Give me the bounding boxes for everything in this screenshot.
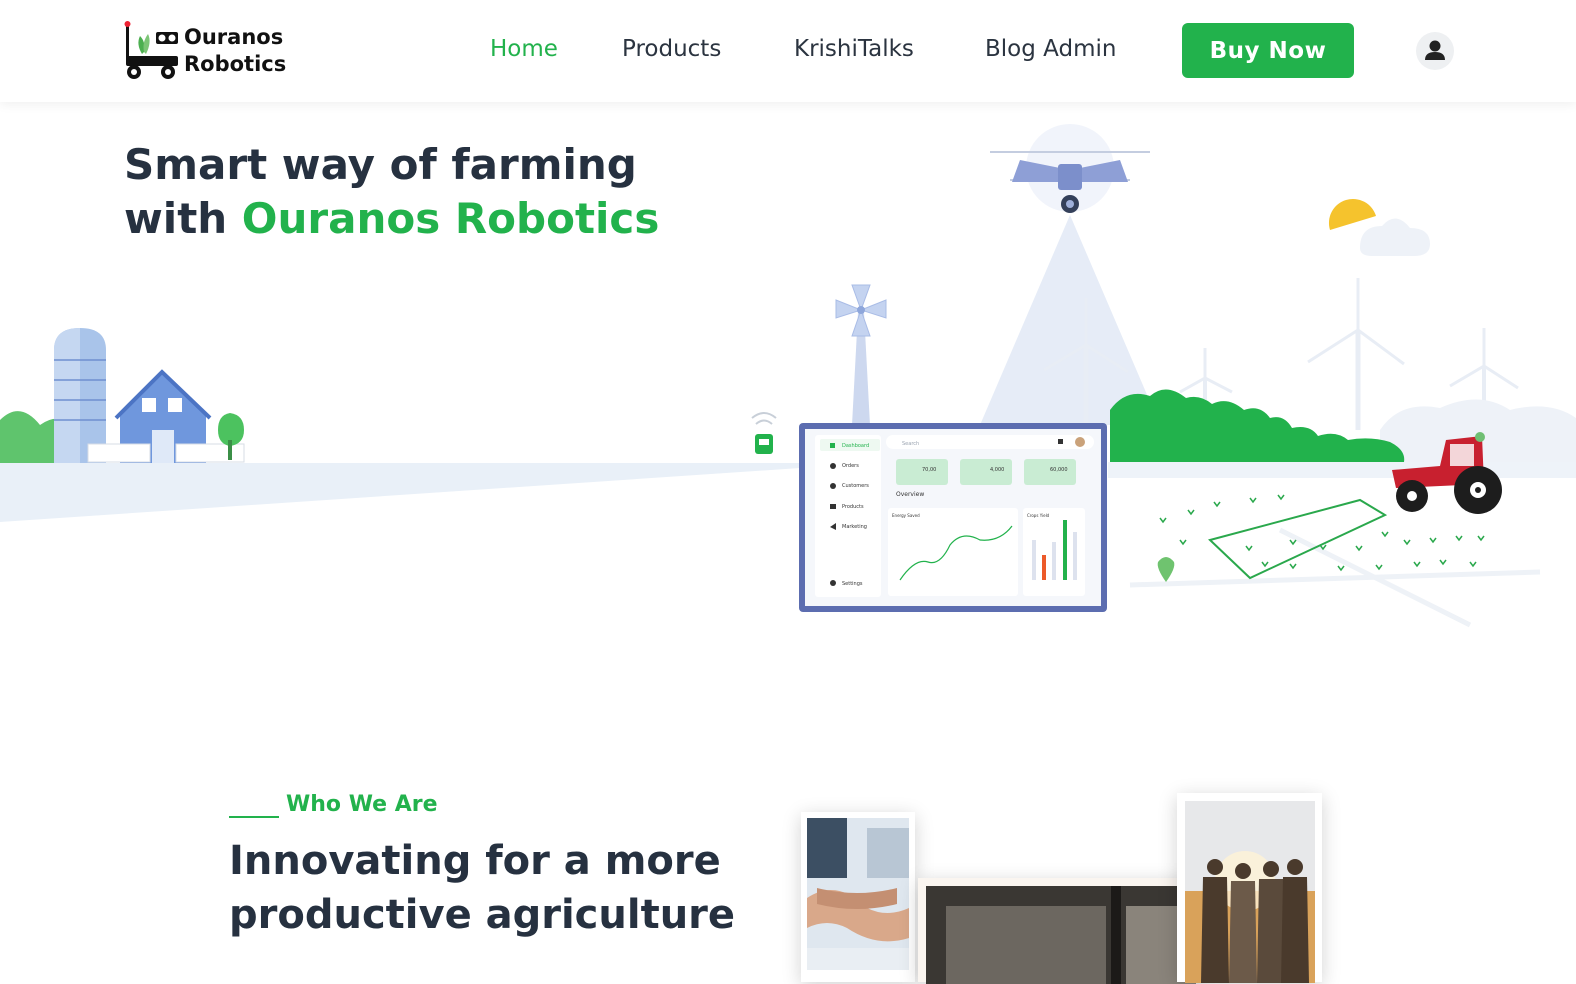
windmill-icon [835,284,887,425]
dashboard-nav-customers: Customers [842,483,869,489]
field-map-icon [1129,494,1541,628]
dashboard-stat-3: 60,000 [1050,467,1068,473]
photo-handshake [801,812,915,982]
brand-name: Ouranos Robotics [184,25,287,76]
hero-illustration: Search Dashboard Orders Customers Produc… [0,124,1576,628]
dashboard-energy-label: Energy Saved [892,513,920,518]
navbar: Ouranos Robotics Home Products KrishiTal… [0,0,1576,102]
dashboard-nav-products: Products [842,504,864,510]
teamwork-hands-image [807,818,909,970]
nav-krishitalks[interactable]: KrishiTalks [794,36,914,62]
dashboard-nav-marketing: Marketing [842,524,867,530]
user-icon [1425,40,1445,60]
dashboard-search: Search [902,441,919,447]
dashboard-crops-label: Crops Yield [1027,513,1050,518]
user-account-button[interactable] [1416,32,1454,70]
sun-cloud-icon [1328,198,1430,256]
about-divider [229,816,279,818]
nav-products[interactable]: Products [622,36,721,62]
brand-logo[interactable]: Ouranos Robotics [122,20,302,82]
about-tag: Who We Are [286,792,438,817]
nav-home[interactable]: Home [490,36,558,62]
ground-band [0,463,800,522]
farmers-group-image [1185,801,1315,983]
photo-office [918,878,1198,984]
drone-scan-beam [980,215,1160,425]
robot-logo-icon [124,21,178,79]
dashboard-nav-dashboard: Dashboard [842,443,869,449]
dashboard-monitor: Search Dashboard Orders Customers Produc… [799,423,1107,612]
ground-band-right [1108,462,1576,478]
dashboard-stat-2: 4,000 [990,467,1004,473]
photo-farmers [1177,793,1322,983]
buy-now-button[interactable]: Buy Now [1182,23,1354,78]
dashboard-nav-settings: Settings [842,581,863,587]
farm-barn-icon [0,328,245,463]
about-title: Innovating for a more productive agricul… [229,838,736,938]
nav-blog-admin[interactable]: Blog Admin [985,36,1116,62]
dashboard-overview-label: Overview [896,491,924,498]
iot-sensor-icon [751,412,777,454]
drone-icon [990,124,1150,213]
office-interior-image [926,886,1196,984]
dashboard-nav-orders: Orders [842,463,859,469]
dashboard-stat-1: 70,00 [922,467,936,473]
